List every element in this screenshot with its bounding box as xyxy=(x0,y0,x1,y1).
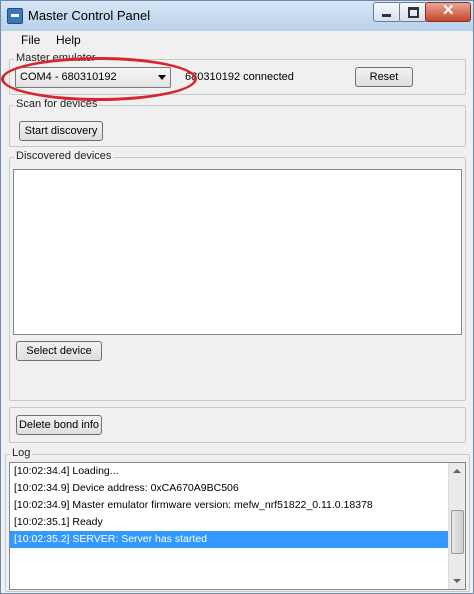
title-bar[interactable]: Master Control Panel ✕ xyxy=(1,1,473,31)
close-button[interactable]: ✕ xyxy=(425,2,471,22)
log-lines: [10:02:34.4] Loading... [10:02:34.9] Devi… xyxy=(10,463,448,548)
maximize-button[interactable] xyxy=(399,2,427,22)
delete-bond-info-button[interactable]: Delete bond info xyxy=(16,415,102,435)
window-title: Master Control Panel xyxy=(28,8,151,23)
close-icon: ✕ xyxy=(442,2,455,19)
log-line[interactable]: [10:02:34.9] Master emulator firmware ve… xyxy=(10,497,448,514)
menu-bar: File Help xyxy=(1,31,473,49)
selected-port: COM4 - 680310192 xyxy=(20,71,117,83)
master-emulator-legend: Master emulator xyxy=(14,52,98,64)
menu-file[interactable]: File xyxy=(21,33,40,47)
select-device-button[interactable]: Select device xyxy=(16,341,102,361)
log-list[interactable]: [10:02:34.4] Loading... [10:02:34.9] Devi… xyxy=(9,462,466,590)
port-select[interactable]: COM4 - 680310192 xyxy=(15,67,171,88)
scroll-thumb[interactable] xyxy=(451,510,464,554)
discovered-devices-legend: Discovered devices xyxy=(14,150,114,162)
minimize-button[interactable] xyxy=(373,2,401,22)
minimize-icon xyxy=(382,14,391,17)
log-line[interactable]: [10:02:34.9] Device address: 0xCA670A9BC… xyxy=(10,480,448,497)
app-icon xyxy=(7,8,23,24)
log-line[interactable]: [10:02:35.2] SERVER: Server has started xyxy=(10,531,448,548)
connection-status: 680310192 connected xyxy=(185,71,294,83)
maximize-icon xyxy=(408,7,419,18)
log-scrollbar[interactable] xyxy=(448,463,465,589)
chevron-down-icon[interactable] xyxy=(158,75,166,80)
start-discovery-button[interactable]: Start discovery xyxy=(19,121,103,141)
log-line[interactable]: [10:02:35.1] Ready xyxy=(10,514,448,531)
log-legend: Log xyxy=(10,447,33,459)
scan-legend: Scan for devices xyxy=(14,98,100,110)
scroll-down-icon[interactable] xyxy=(453,579,461,583)
log-line[interactable]: [10:02:34.4] Loading... xyxy=(10,463,448,480)
master-control-panel-window: Master Control Panel ✕ File Help Master … xyxy=(0,0,474,594)
reset-button[interactable]: Reset xyxy=(355,67,413,87)
discovered-devices-list[interactable] xyxy=(13,169,462,335)
scroll-up-icon[interactable] xyxy=(453,469,461,473)
menu-help[interactable]: Help xyxy=(56,33,81,47)
